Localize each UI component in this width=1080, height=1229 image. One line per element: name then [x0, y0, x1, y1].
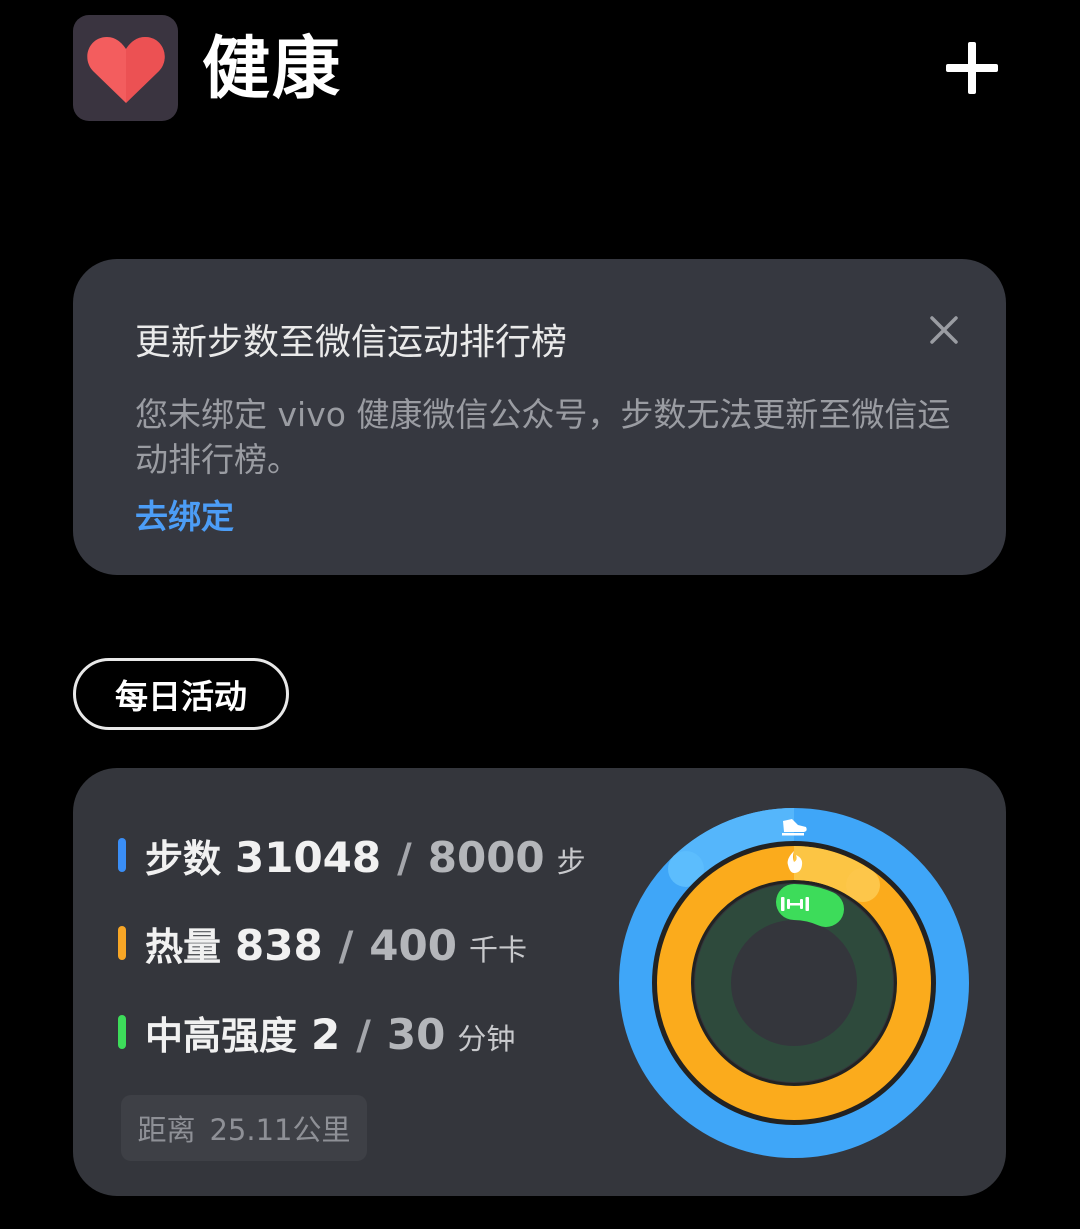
calories-goal: 400 [369, 921, 457, 970]
app-icon [73, 15, 178, 121]
heart-icon [87, 37, 165, 103]
plus-icon [946, 42, 998, 94]
notice-close-button[interactable] [928, 314, 960, 346]
intensity-value: 2 [311, 1010, 341, 1059]
calories-label: 热量 [145, 925, 222, 969]
steps-value: 31048 [235, 833, 382, 882]
calories-slash: / [338, 924, 354, 970]
daily-activity-section-chip[interactable]: 每日活动 [73, 658, 289, 730]
steps-slash: / [397, 836, 412, 882]
intensity-ring [695, 884, 893, 1082]
wechat-bind-notice-card: 更新步数至微信运动排行榜 您未绑定 vivo 健康微信公众号，步数无法更新至微信… [73, 259, 1006, 575]
distance-chip: 距离 25.11公里 [121, 1095, 367, 1161]
add-button[interactable] [944, 40, 1000, 96]
intensity-unit: 分钟 [457, 1022, 516, 1056]
intensity-label: 中高强度 [145, 1014, 298, 1058]
steps-metric: 步数 31048 / 8000 步 [118, 828, 586, 883]
steps-label: 步数 [145, 837, 222, 881]
steps-goal: 8000 [427, 833, 545, 882]
bind-link[interactable]: 去绑定 [135, 495, 234, 539]
intensity-color-bar [118, 1015, 126, 1049]
activity-rings [619, 808, 969, 1158]
calories-color-bar [118, 926, 126, 960]
distance-label: 距离 [137, 1113, 196, 1147]
calories-metric: 热量 838 / 400 千卡 [118, 916, 527, 971]
notice-title: 更新步数至微信运动排行榜 [135, 322, 568, 363]
intensity-slash: / [356, 1013, 371, 1059]
distance-value: 25.11公里 [209, 1113, 351, 1147]
notice-body: 您未绑定 vivo 健康微信公众号，步数无法更新至微信运动排行榜。 [135, 395, 951, 479]
calories-unit: 千卡 [468, 933, 527, 967]
calories-value: 838 [235, 921, 323, 970]
calories-ring-cap [846, 868, 880, 902]
close-icon [930, 316, 958, 344]
steps-color-bar [118, 838, 126, 872]
daily-activity-card[interactable]: 步数 31048 / 8000 步 热量 838 / 400 千卡 中高强度 2… [73, 768, 1006, 1196]
intensity-goal: 30 [386, 1010, 446, 1059]
page-title: 健康 [202, 30, 343, 109]
intensity-metric: 中高强度 2 / 30 分钟 [118, 1005, 516, 1060]
steps-unit: 步 [556, 845, 586, 879]
